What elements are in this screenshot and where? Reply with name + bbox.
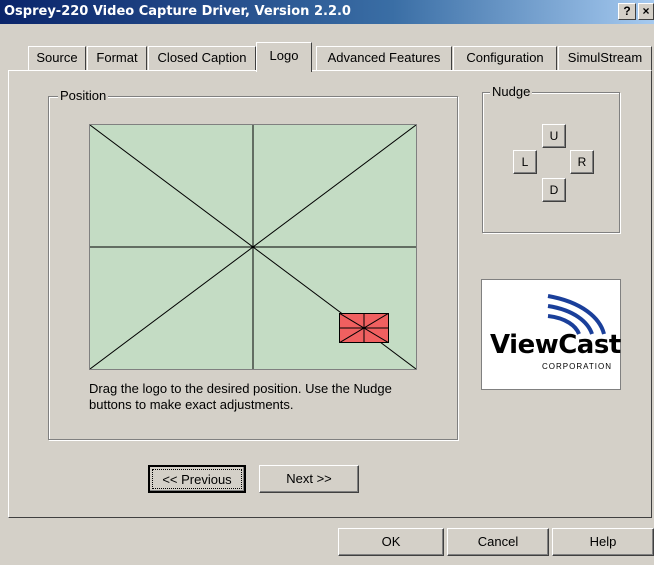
tab-simulstream[interactable]: SimulStream	[558, 46, 652, 70]
instructions-line-1: Drag the logo to the desired position. U…	[89, 381, 392, 396]
tab-advanced-features[interactable]: Advanced Features	[316, 46, 452, 70]
logo-position-canvas[interactable]	[89, 124, 417, 370]
nudge-groupbox	[482, 92, 620, 233]
nudge-down-button[interactable]: D	[542, 178, 566, 202]
tab-format[interactable]: Format	[87, 46, 147, 70]
next-button[interactable]: Next >>	[259, 465, 359, 493]
ok-button[interactable]: OK	[338, 528, 444, 556]
viewcast-wordmark: ViewCast	[490, 330, 621, 360]
tab-configuration[interactable]: Configuration	[453, 46, 557, 70]
viewcast-corporation-text: CORPORATION	[542, 362, 612, 371]
nudge-up-button[interactable]: U	[542, 124, 566, 148]
close-button[interactable]: ×	[638, 3, 654, 20]
help-title-button[interactable]: ?	[618, 3, 636, 20]
tab-source[interactable]: Source	[28, 46, 86, 70]
previous-button[interactable]: << Previous	[148, 465, 246, 493]
nudge-right-button[interactable]: R	[570, 150, 594, 174]
instructions-line-2: buttons to make exact adjustments.	[89, 397, 294, 412]
viewcast-logo: ViewCast CORPORATION	[481, 279, 621, 390]
help-button[interactable]: Help	[552, 528, 654, 556]
cancel-button[interactable]: Cancel	[447, 528, 549, 556]
nudge-label: Nudge	[490, 84, 533, 99]
logo-marker[interactable]	[339, 313, 389, 343]
window-title: Osprey-220 Video Capture Driver, Version…	[4, 4, 351, 19]
nudge-left-button[interactable]: L	[513, 150, 537, 174]
viewcast-waves-icon	[547, 294, 606, 335]
position-instructions: Drag the logo to the desired position. U…	[89, 381, 429, 413]
tab-logo[interactable]: Logo	[256, 42, 312, 72]
tab-closed-caption[interactable]: Closed Caption	[148, 46, 256, 70]
position-label: Position	[58, 88, 109, 103]
